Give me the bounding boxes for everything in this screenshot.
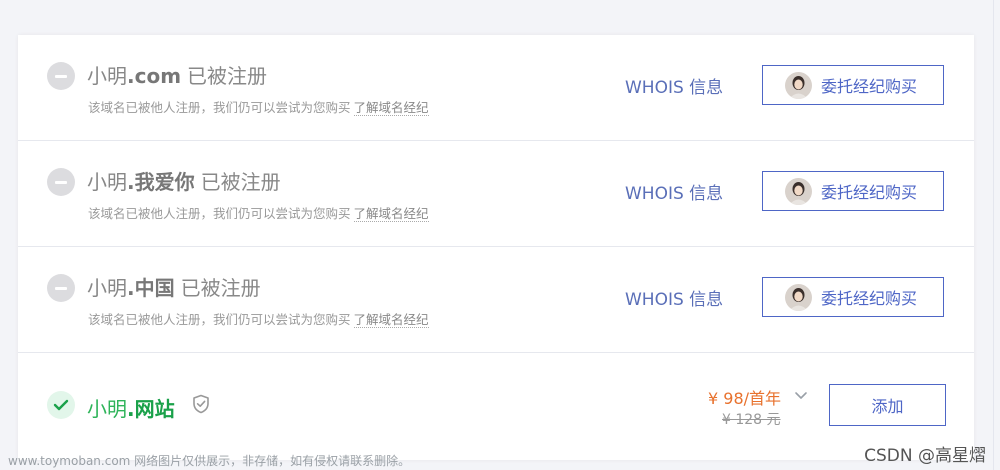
shield-check-icon	[192, 394, 210, 418]
domain-name: 小明	[87, 276, 127, 300]
domain-title: 小明.中国 已被注册	[87, 272, 261, 301]
author-watermark: CSDN @高星熠	[864, 446, 986, 466]
description-text: 该域名已被他人注册，我们仍可以尝试为您购买	[88, 206, 351, 221]
broker-button-label: 委托经纪购买	[821, 183, 918, 202]
check-circle-icon	[47, 391, 75, 419]
domain-suffix: .网站	[127, 397, 175, 421]
broker-purchase-button[interactable]: 委托经纪购买	[762, 277, 944, 317]
domain-description: 该域名已被他人注册，我们仍可以尝试为您购买 了解域名经纪	[88, 203, 429, 222]
broker-button-label: 委托经纪购买	[821, 289, 918, 308]
domain-row-com: 小明.com 已被注册 该域名已被他人注册，我们仍可以尝试为您购买 了解域名经纪 W…	[18, 35, 974, 141]
domain-title: 小明.com 已被注册	[87, 60, 267, 89]
domain-suffix: .com	[127, 64, 182, 88]
broker-purchase-button[interactable]: 委托经纪购买	[762, 65, 944, 105]
minus-circle-icon	[47, 274, 75, 302]
domain-description: 该域名已被他人注册，我们仍可以尝试为您购买 了解域名经纪	[88, 309, 429, 328]
domain-row-wangzhan: 小明.网站 ¥ 98/首年 ¥ 128 元 添加	[18, 353, 974, 460]
domain-row-zhongguo: 小明.中国 已被注册 该域名已被他人注册，我们仍可以尝试为您购买 了解域名经纪 WH…	[18, 247, 974, 353]
domain-status: 已被注册	[180, 276, 261, 300]
learn-broker-link[interactable]: 了解域名经纪	[353, 206, 429, 222]
description-text: 该域名已被他人注册，我们仍可以尝试为您购买	[88, 312, 351, 327]
learn-broker-link[interactable]: 了解域名经纪	[353, 312, 429, 328]
broker-purchase-button[interactable]: 委托经纪购买	[762, 171, 944, 211]
price-first-year: ¥ 98/首年	[708, 389, 782, 408]
learn-broker-link[interactable]: 了解域名经纪	[353, 100, 429, 116]
domain-name: 小明	[87, 397, 127, 421]
domain-description: 该域名已被他人注册，我们仍可以尝试为您购买 了解域名经纪	[88, 97, 429, 116]
domain-status: 已被注册	[200, 170, 281, 194]
whois-link[interactable]: WHOIS 信息	[625, 285, 723, 310]
chevron-down-icon[interactable]	[794, 386, 808, 405]
watermark-text: www.toymoban.com 网络图片仅供展示，非存储，如有侵权请联系删除。	[8, 454, 411, 468]
add-button[interactable]: 添加	[829, 384, 946, 426]
whois-link[interactable]: WHOIS 信息	[625, 73, 723, 98]
domain-suffix: .我爱你	[127, 170, 195, 194]
domain-status: 已被注册	[187, 64, 268, 88]
domain-title: 小明.网站	[87, 393, 175, 422]
domain-name: 小明	[87, 170, 127, 194]
broker-button-label: 委托经纪购买	[821, 77, 918, 96]
description-text: 该域名已被他人注册，我们仍可以尝试为您购买	[88, 100, 351, 115]
broker-avatar	[785, 283, 812, 311]
domain-title: 小明.我爱你 已被注册	[87, 166, 281, 195]
original-price: ¥ 128 元	[722, 412, 781, 428]
domain-name: 小明	[87, 64, 127, 88]
minus-circle-icon	[47, 168, 75, 196]
domain-suffix: .中国	[127, 276, 175, 300]
whois-link[interactable]: WHOIS 信息	[625, 179, 723, 204]
page-right-border	[993, 0, 994, 470]
broker-avatar	[785, 71, 812, 99]
broker-avatar	[785, 177, 812, 205]
domain-results-card: 小明.com 已被注册 该域名已被他人注册，我们仍可以尝试为您购买 了解域名经纪 W…	[18, 35, 974, 460]
minus-circle-icon	[47, 62, 75, 90]
domain-row-woaini: 小明.我爱你 已被注册 该域名已被他人注册，我们仍可以尝试为您购买 了解域名经纪 W…	[18, 141, 974, 247]
